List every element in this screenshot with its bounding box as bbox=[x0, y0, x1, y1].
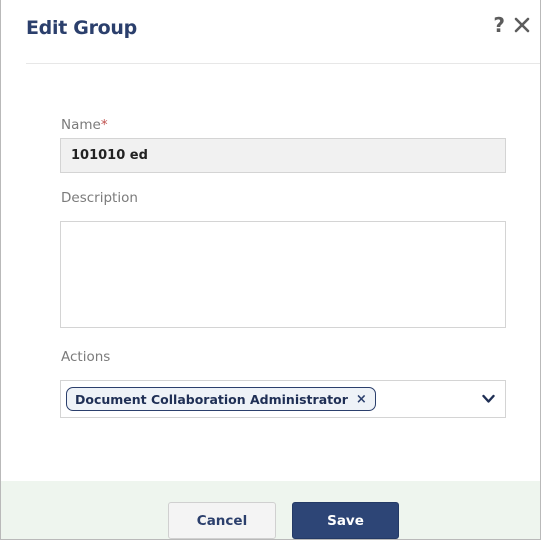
cancel-button[interactable]: Cancel bbox=[168, 502, 276, 539]
required-marker: * bbox=[100, 117, 108, 133]
actions-select[interactable]: Document Collaboration Administrator × bbox=[60, 380, 506, 418]
description-textarea[interactable] bbox=[60, 221, 506, 328]
chevron-down-icon[interactable] bbox=[482, 394, 495, 404]
name-label-text: Name bbox=[61, 117, 101, 133]
description-label: Description bbox=[61, 190, 138, 206]
save-button[interactable]: Save bbox=[292, 502, 399, 539]
name-input[interactable] bbox=[60, 138, 506, 173]
action-tag: Document Collaboration Administrator × bbox=[66, 387, 376, 411]
name-label: Name* bbox=[61, 117, 108, 133]
header-icons: ? bbox=[493, 15, 530, 35]
actions-label: Actions bbox=[61, 349, 111, 365]
tag-remove-icon[interactable]: × bbox=[356, 392, 367, 407]
edit-group-dialog: Edit Group ? Name* Description Actions D… bbox=[0, 0, 541, 540]
action-tag-label: Document Collaboration Administrator bbox=[75, 391, 348, 407]
header-divider bbox=[26, 63, 540, 64]
dialog-title: Edit Group bbox=[26, 17, 137, 39]
question-mark-icon[interactable]: ? bbox=[493, 15, 505, 35]
close-icon[interactable] bbox=[514, 17, 530, 33]
